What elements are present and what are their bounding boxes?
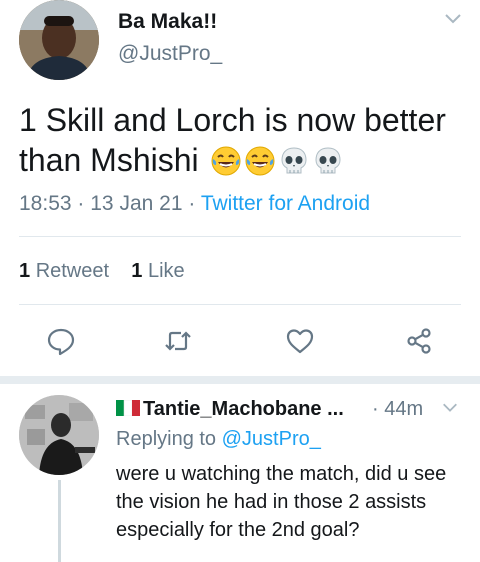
tears-of-joy-emoji-icon xyxy=(245,146,275,176)
chevron-down-icon[interactable] xyxy=(443,8,463,28)
share-icon[interactable] xyxy=(404,326,434,356)
tweet-stats: 1 Retweet 1 Like xyxy=(19,260,185,283)
divider xyxy=(19,304,461,305)
reply-author[interactable]: Tantie_Machobane ... xyxy=(116,398,344,421)
reply-author-avatar[interactable] xyxy=(19,395,99,475)
author-avatar[interactable] xyxy=(19,0,99,80)
reply-icon[interactable] xyxy=(46,326,76,356)
meta-separator: · xyxy=(77,192,85,215)
retweet-label: Retweet xyxy=(35,260,110,282)
skull-emoji-icon xyxy=(281,147,307,174)
tweet-date: 13 Jan 21 xyxy=(90,192,183,215)
divider xyxy=(19,236,461,237)
meta-separator: · xyxy=(188,192,196,215)
chevron-down-icon[interactable] xyxy=(441,398,459,416)
retweet-count: 1 xyxy=(19,260,31,282)
italy-flag-icon xyxy=(116,400,140,416)
replying-to: Replying to @JustPro_ xyxy=(116,428,321,451)
like-stat[interactable]: 1 Like xyxy=(131,260,184,282)
like-label: Like xyxy=(147,260,185,282)
retweet-icon[interactable] xyxy=(163,326,193,356)
section-separator xyxy=(0,376,480,384)
reply-time: · 44m xyxy=(372,398,424,420)
replying-prefix: Replying to xyxy=(116,428,217,450)
tweet-meta: 18:53 · 13 Jan 21 · Twitter for Android xyxy=(19,192,370,216)
replying-handle-link[interactable]: @JustPro_ xyxy=(222,428,321,450)
tweet-text: 1 Skill and Lorch is now better than Msh… xyxy=(19,100,469,180)
like-count: 1 xyxy=(131,260,143,282)
reply-text: were u watching the match, did u see the… xyxy=(116,463,447,541)
like-icon[interactable] xyxy=(285,326,315,356)
author-handle[interactable]: @JustPro_ xyxy=(118,42,222,66)
tears-of-joy-emoji-icon xyxy=(211,146,241,176)
reply-author-name: Tantie_Machobane ... xyxy=(143,398,344,420)
tweet-source-link[interactable]: Twitter for Android xyxy=(201,192,370,215)
author-name[interactable]: Ba Maka!! xyxy=(118,10,217,34)
tweet-time: 18:53 xyxy=(19,192,72,215)
skull-emoji-icon xyxy=(315,147,341,174)
retweet-stat[interactable]: 1 Retweet xyxy=(19,260,109,282)
thread-line xyxy=(58,480,61,562)
